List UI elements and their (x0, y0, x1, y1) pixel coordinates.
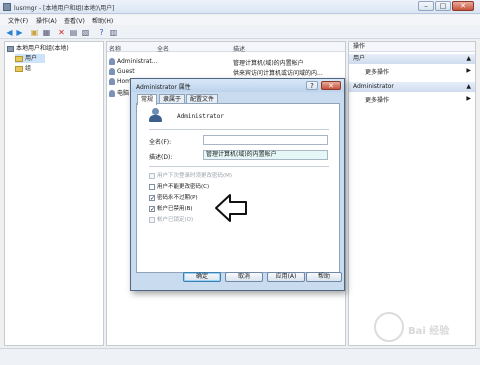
status-bar (0, 348, 480, 365)
menu-file[interactable]: 文件(F) (8, 16, 28, 25)
actions-header: 操作 (349, 42, 475, 52)
properties-dialog: Administrator 属性 ? ✕ 常规 隶属于 配置文件 Adminis… (130, 78, 345, 291)
menu-help[interactable]: 帮助(H) (92, 16, 113, 25)
actions-pane: 操作 用户 ▲ 更多操作 ▶ Administrator ▲ 更多操作 ▶ (348, 41, 476, 346)
divider (149, 166, 329, 167)
account-disabled-checkbox[interactable]: ✓ 帐户已禁用(B) (149, 205, 193, 213)
properties-icon[interactable]: ▤ (69, 28, 78, 37)
actions-section-administrator[interactable]: Administrator ▲ (349, 82, 475, 92)
help-icon[interactable]: ? (97, 28, 106, 37)
checkbox-label: 用户不能更改密码(C) (157, 184, 210, 190)
column-name[interactable]: 名称 (109, 44, 121, 53)
mmc-icon[interactable]: ▥ (109, 28, 118, 37)
column-description[interactable]: 描述 (233, 44, 245, 53)
password-never-expires-checkbox[interactable]: ✓ 密码永不过期(P) (149, 194, 198, 202)
maximize-button[interactable]: □ (435, 1, 451, 11)
paw-logo-icon (374, 312, 404, 342)
ok-button[interactable]: 确定 (183, 272, 221, 282)
help-button[interactable]: 帮助 (306, 272, 342, 282)
watermark: Bai 经验 (372, 310, 476, 346)
collapse-icon[interactable]: ▲ (466, 54, 471, 64)
folder-icon (15, 55, 23, 62)
user-avatar-icon (149, 108, 162, 122)
row-name: Administrat... (117, 58, 158, 65)
user-icon (109, 68, 115, 75)
row-name: 电脑 (117, 90, 130, 97)
list-header: 名称 全名 描述 (107, 42, 345, 53)
back-icon[interactable]: ◀ (5, 28, 14, 37)
annotation-arrow-icon (215, 194, 247, 222)
tree-pane: 本地用户和组(本地) 用户 组 (4, 41, 104, 346)
checkbox-label: 密码永不过期(P) (157, 195, 198, 201)
user-icon (109, 58, 115, 65)
checkbox-label: 帐户已禁用(B) (157, 206, 193, 212)
close-button[interactable]: ✕ (452, 1, 474, 11)
checkbox-label: 帐户已锁定(O) (157, 217, 194, 223)
watermark-text: Bai 经验 (408, 326, 450, 337)
checkbox-box (149, 183, 155, 190)
actions-section-users[interactable]: 用户 ▲ (349, 54, 475, 64)
tree-root-label: 本地用户和组(本地) (16, 45, 69, 52)
tree-root[interactable]: 本地用户和组(本地) (7, 44, 69, 53)
computer-icon (7, 45, 14, 52)
collapse-icon[interactable]: ▲ (466, 82, 471, 92)
username-text: Administrator (177, 113, 224, 120)
checkbox-label: 用户下次登录时须更改密码(M) (157, 173, 233, 179)
must-change-password-checkbox[interactable]: 用户下次登录时须更改密码(M) (149, 172, 232, 180)
fullname-label: 全名(F): (149, 139, 172, 146)
cannot-change-password-checkbox[interactable]: 用户不能更改密码(C) (149, 183, 209, 191)
general-tab-panel: Administrator 全名(F): 描述(D): 管理计算机(域)的内置帐… (136, 103, 340, 273)
fullname-field[interactable] (203, 135, 328, 145)
menu-action[interactable]: 操作(A) (36, 16, 57, 25)
show-tree-icon[interactable]: ▦ (42, 28, 51, 37)
tree-item-groups-label: 组 (25, 65, 32, 72)
refresh-icon[interactable]: ▧ (81, 28, 90, 37)
submenu-arrow-icon: ▶ (466, 95, 471, 102)
checkmark-icon: ✓ (149, 194, 156, 202)
user-icon (109, 90, 115, 97)
dialog-title: Administrator 属性 (136, 84, 191, 91)
column-fullname[interactable]: 全名 (157, 44, 169, 53)
more-actions-link[interactable]: 更多操作 (365, 67, 389, 76)
divider (149, 129, 329, 130)
menu-bar: 文件(F) 操作(A) 查看(V) 帮助(H) (0, 15, 480, 25)
app-icon (3, 3, 11, 11)
list-row[interactable]: Administrat... 管理计算机(域)的内置帐户 (107, 56, 345, 67)
account-locked-checkbox[interactable]: 帐户已锁定(O) (149, 216, 193, 224)
delete-icon[interactable]: ✕ (57, 28, 66, 37)
dialog-title-bar: Administrator 属性 ? ✕ (131, 79, 344, 92)
list-row[interactable]: Guest 供来宾访问计算机或访问域的内... (107, 66, 345, 77)
forward-icon[interactable]: ▶ (15, 28, 24, 37)
checkmark-icon: ✓ (149, 205, 156, 213)
tree-item-groups[interactable]: 组 (15, 64, 31, 73)
row-name: Guest (117, 68, 135, 75)
description-label: 描述(D): (149, 154, 173, 161)
actions-section-title: 用户 (353, 55, 366, 62)
description-field[interactable]: 管理计算机(域)的内置帐户 (203, 150, 328, 160)
apply-button[interactable]: 应用(A) (267, 272, 305, 282)
more-actions-link[interactable]: 更多操作 (365, 95, 389, 104)
tree-item-users-label: 用户 (25, 55, 38, 62)
dialog-close-button[interactable]: ✕ (321, 81, 341, 90)
menu-view[interactable]: 查看(V) (64, 16, 85, 25)
cancel-button[interactable]: 取消 (225, 272, 263, 282)
submenu-arrow-icon: ▶ (466, 67, 471, 74)
up-folder-icon[interactable]: ▣ (30, 28, 39, 37)
folder-icon (15, 65, 23, 72)
tree-item-users[interactable]: 用户 (15, 54, 45, 63)
checkbox-box (149, 216, 155, 223)
dialog-help-button[interactable]: ? (306, 81, 318, 90)
checkbox-box (149, 172, 155, 179)
title-bar: lusrmgr - [本地用户和组(本地)\用户] – □ ✕ (0, 0, 480, 14)
actions-section-title: Administrator (353, 83, 394, 90)
minimize-button[interactable]: – (418, 1, 434, 11)
user-icon (109, 78, 115, 85)
tab-general[interactable]: 常规 (137, 94, 158, 105)
toolbar: ◀ ▶ ▣ ▦ ✕ ▤ ▧ ? ▥ (0, 26, 480, 39)
window-title: lusrmgr - [本地用户和组(本地)\用户] (14, 5, 115, 12)
